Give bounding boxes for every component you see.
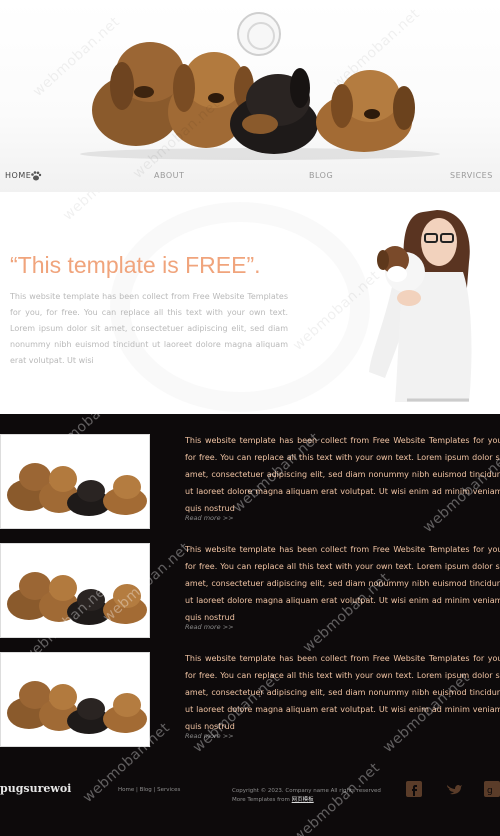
read-more-link[interactable]: Read more >> xyxy=(185,732,234,740)
footer-link-blog[interactable]: Blog xyxy=(140,787,152,793)
header: HOME ABOUT BLOG SERVICES webmoban.net we… xyxy=(0,0,500,192)
facebook-icon[interactable] xyxy=(406,781,422,797)
copyright-line: Copyright © 2023. Company name All right… xyxy=(232,788,381,794)
list-item: This website template has been collect f… xyxy=(0,523,500,638)
footer: pugsurewoi Home | Blog | Services Copyri… xyxy=(0,749,500,836)
footer-brand[interactable]: pugsurewoi xyxy=(0,782,71,795)
nav-blog[interactable]: BLOG xyxy=(309,171,333,180)
list-item: This website template has been collect f… xyxy=(0,632,500,747)
item-text: This website template has been collect f… xyxy=(185,654,500,731)
main-nav: HOME ABOUT BLOG SERVICES xyxy=(0,166,500,188)
watermark: webmoban.net xyxy=(60,192,153,224)
read-more-link[interactable]: Read more >> xyxy=(185,623,234,631)
copyright: Copyright © 2023. Company name All right… xyxy=(232,787,381,805)
footer-links: Home | Blog | Services xyxy=(118,787,181,793)
nav-home[interactable]: HOME xyxy=(5,171,31,180)
copyright-prefix: More Templates from xyxy=(232,797,290,803)
intro-text: This website template has been collect f… xyxy=(10,292,288,365)
girl-with-puppy-image xyxy=(369,210,472,402)
intro-section: “This template is FREE”. This website te… xyxy=(0,192,500,414)
twitter-icon[interactable] xyxy=(446,781,462,797)
svg-text:g: g xyxy=(487,786,493,796)
nav-about[interactable]: ABOUT xyxy=(154,171,184,180)
footer-link-home[interactable]: Home xyxy=(118,787,134,793)
item-text: This website template has been collect f… xyxy=(185,436,500,513)
content-section: This website template has been collect f… xyxy=(0,414,500,836)
puppies-thumbnail[interactable] xyxy=(0,652,150,747)
list-item: This website template has been collect f… xyxy=(0,414,500,529)
copyright-line: More Templates from 网页模板 xyxy=(232,796,381,805)
puppies-hero-image xyxy=(92,42,415,154)
nav-services[interactable]: SERVICES xyxy=(450,171,493,180)
item-text: This website template has been collect f… xyxy=(185,545,500,622)
googleplus-icon[interactable]: g xyxy=(484,781,500,797)
templates-link[interactable]: 网页模板 xyxy=(292,797,314,803)
intro-title: “This template is FREE”. xyxy=(10,252,261,278)
puppies-thumbnail[interactable] xyxy=(0,543,150,638)
footer-link-services[interactable]: Services xyxy=(157,787,180,793)
puppies-thumbnail[interactable] xyxy=(0,434,150,529)
read-more-link[interactable]: Read more >> xyxy=(185,514,234,522)
paw-icon xyxy=(31,171,42,181)
